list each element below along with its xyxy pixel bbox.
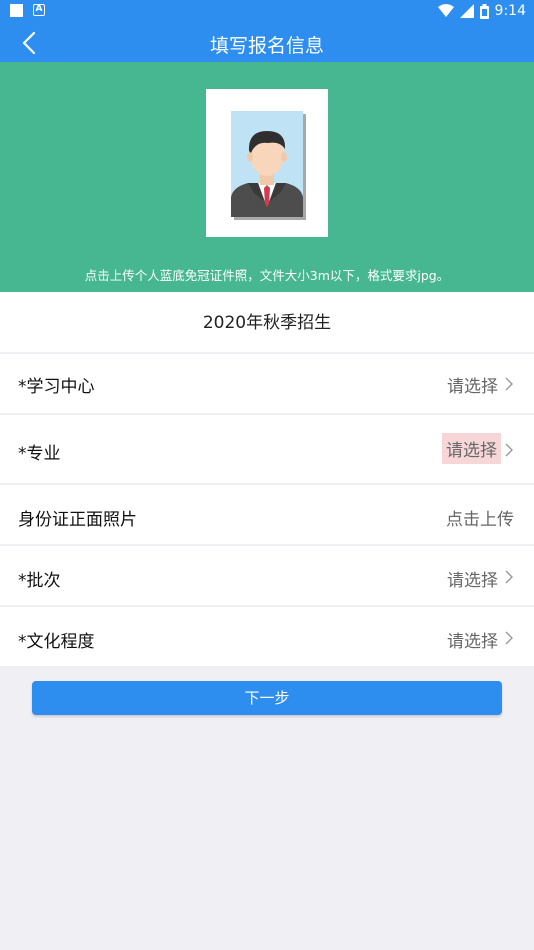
row-major[interactable]: *专业 请选择 — [0, 415, 534, 483]
row-study-center[interactable]: *学习中心 请选择 — [0, 354, 534, 413]
id-card-upload-link[interactable]: 点击上传 — [446, 505, 514, 530]
row-education-level[interactable]: *文化程度 请选择 — [0, 607, 534, 666]
major-select[interactable]: 请选择 — [442, 433, 501, 464]
photo-hint-text: 点击上传个人蓝底免冠证件照，文件大小3m以下，格式要求jpg。 — [84, 268, 450, 283]
photo-upload-area[interactable]: 点击上传个人蓝底免冠证件照，文件大小3m以下，格式要求jpg。 — [0, 62, 534, 292]
row-batch[interactable]: *批次 请选择 — [0, 546, 534, 605]
signal-icon — [459, 4, 474, 18]
person-avatar-icon — [231, 111, 306, 220]
status-time: 9:14 — [494, 3, 526, 19]
row-label: 身份证正面照片 — [18, 510, 137, 530]
row-id-card-front[interactable]: 身份证正面照片 点击上传 — [0, 485, 534, 544]
next-step-button[interactable]: 下一步 — [32, 681, 502, 715]
education-level-select[interactable]: 请选择 — [447, 627, 498, 652]
chevron-right-icon — [505, 377, 513, 391]
row-label: *学习中心 — [18, 377, 95, 397]
notification-a-icon: A — [33, 4, 45, 16]
study-center-select[interactable]: 请选择 — [447, 372, 498, 397]
page-title: 填写报名信息 — [209, 35, 324, 57]
chevron-right-icon — [505, 443, 513, 457]
season-title: 2020年秋季招生 — [0, 292, 534, 352]
row-label: *批次 — [18, 571, 61, 591]
notification-square-icon — [10, 4, 23, 17]
chevron-right-icon — [505, 570, 513, 584]
batch-select[interactable]: 请选择 — [447, 566, 498, 591]
nav-bar: 填写报名信息 — [0, 24, 534, 62]
wifi-icon — [437, 4, 454, 17]
row-label: *文化程度 — [18, 632, 95, 652]
id-photo-placeholder[interactable] — [206, 89, 328, 237]
row-label: *专业 — [18, 444, 61, 464]
status-bar: A 9:14 — [0, 0, 534, 24]
battery-icon — [479, 3, 489, 19]
chevron-right-icon — [505, 631, 513, 645]
